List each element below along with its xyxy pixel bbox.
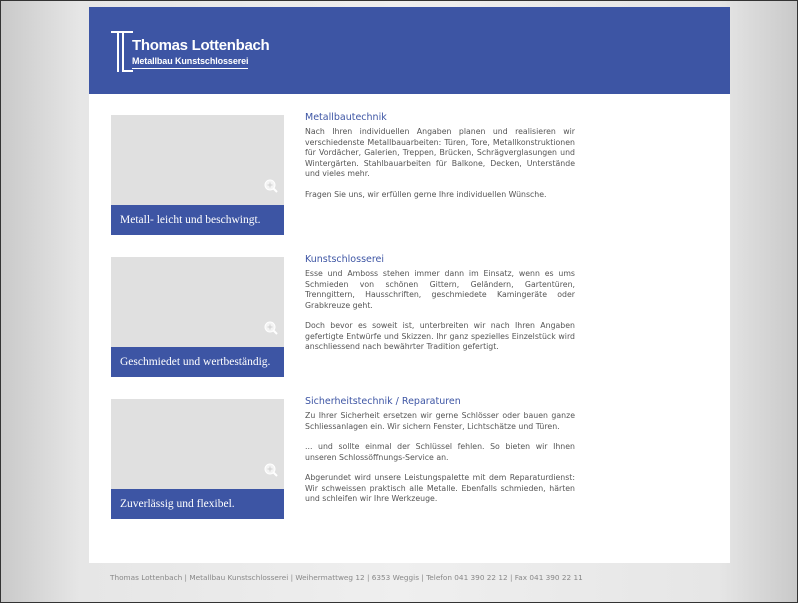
section-heading: Metallbautechnik xyxy=(305,112,387,123)
section-heading: Sicherheitstechnik / Reparaturen xyxy=(305,396,461,407)
service-section: Zuverlässig und flexibel. Sicherheitstec… xyxy=(89,396,730,519)
page-container: Thomas Lottenbach Metallbau Kunstschloss… xyxy=(89,7,730,563)
section-heading: Kunstschlosserei xyxy=(305,254,385,265)
zoom-in-icon[interactable] xyxy=(264,463,278,477)
section-paragraph: Nach Ihren individuellen Angaben planen … xyxy=(305,127,575,178)
section-text: Sicherheitstechnik / Reparaturen Zu Ihre… xyxy=(305,396,575,515)
section-paragraph: Fragen Sie uns, wir erfüllen gerne Ihre … xyxy=(305,189,547,199)
section-paragraph: ... und sollte einmal der Schlüssel fehl… xyxy=(305,442,575,462)
section-caption: Zuverlässig und flexibel. xyxy=(111,489,284,519)
zoom-in-icon[interactable] xyxy=(264,321,278,335)
service-section: Geschmiedet und wertbeständig. Kunstschl… xyxy=(89,254,730,377)
logo-tagline: Metallbau Kunstschlosserei xyxy=(132,56,249,66)
site-footer: Thomas Lottenbach | Metallbau Kunstschlo… xyxy=(110,573,583,582)
section-text: Metallbautechnik Nach Ihren individuelle… xyxy=(305,112,575,210)
section-caption: Geschmiedet und wertbeständig. xyxy=(111,347,284,377)
section-paragraph: Abgerundet wird unsere Leistungspalette … xyxy=(305,473,575,503)
section-paragraph: Esse und Amboss stehen immer dann im Ein… xyxy=(305,269,575,310)
site-logo[interactable]: Thomas Lottenbach Metallbau Kunstschloss… xyxy=(111,31,270,75)
zoom-in-icon[interactable] xyxy=(264,179,278,193)
section-caption: Metall- leicht und beschwingt. xyxy=(111,205,284,235)
logo-monogram-icon xyxy=(111,31,133,72)
service-section: Metall- leicht und beschwingt. Metallbau… xyxy=(89,112,730,235)
logo-underline xyxy=(132,68,248,69)
section-paragraph: Zu Ihrer Sicherheit ersetzen wir gerne S… xyxy=(305,411,575,431)
logo-title: Thomas Lottenbach xyxy=(132,37,270,54)
site-header: Thomas Lottenbach Metallbau Kunstschloss… xyxy=(89,7,730,94)
section-text: Kunstschlosserei Esse und Amboss stehen … xyxy=(305,254,575,363)
section-paragraph: Doch bevor es soweit ist, unterbreiten w… xyxy=(305,321,575,351)
